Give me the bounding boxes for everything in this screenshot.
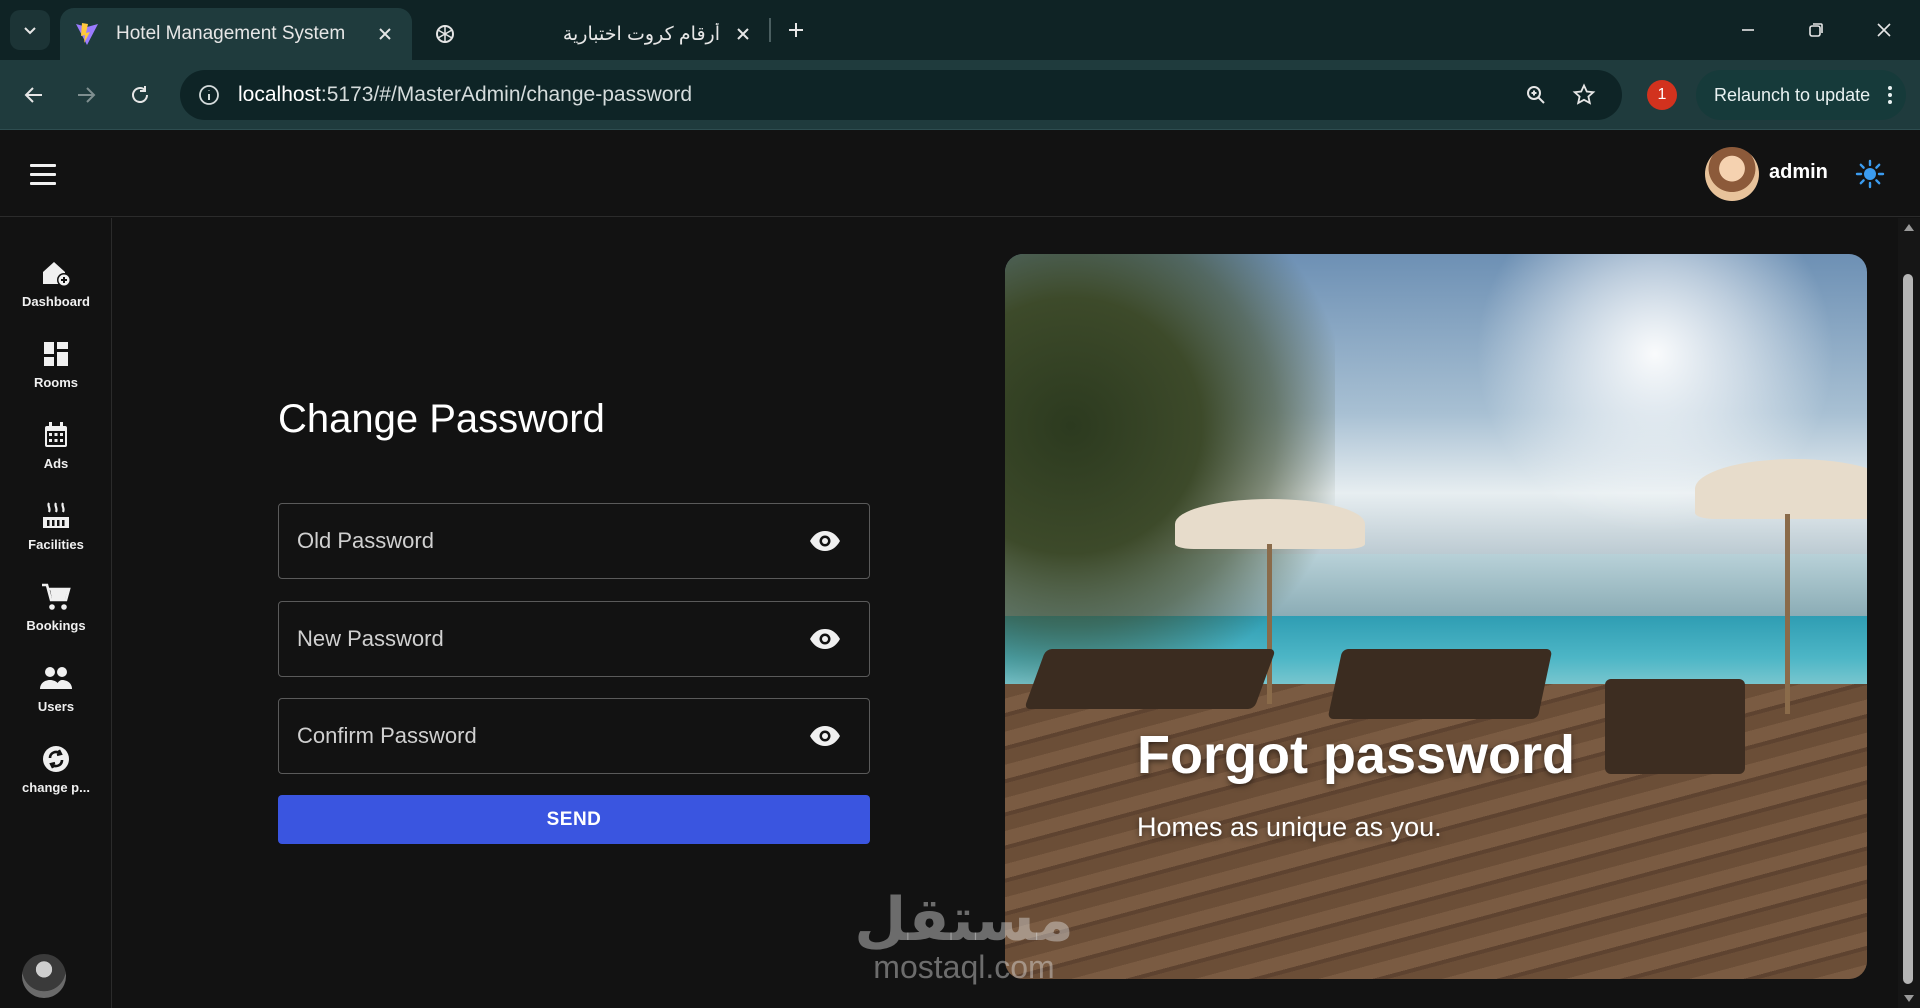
scroll-down-arrow[interactable] [1904,995,1914,1002]
extension-badge[interactable]: 1 [1647,80,1677,110]
sidebar-item-users[interactable]: Users [0,661,112,731]
hero-subtitle: Homes as unique as you. [1137,812,1442,842]
watermark-latin: mostaql.com [873,949,1055,985]
menu-toggle-button[interactable] [30,158,66,190]
old-password-field[interactable]: Old Password [278,503,870,579]
watermark-arabic: مستقل [854,886,1074,953]
hero-image: Forgot password Homes as unique as you. [1005,254,1867,979]
tab-title: Hotel Management System [116,23,346,44]
tab-test-cards[interactable]: أرقام كروت اختبارية [418,8,770,60]
umbrella-pole [1785,514,1790,714]
sidebar-item-label: change p... [22,780,90,795]
relaunch-button[interactable]: Relaunch to update [1696,70,1906,120]
avatar[interactable] [1705,147,1759,201]
page-scrollbar[interactable] [1898,218,1920,1008]
hero-title: Forgot password [1137,725,1576,785]
confirm-password-field[interactable]: Confirm Password [278,698,870,774]
umbrella-right [1695,459,1867,519]
sidebar-item-label: Rooms [33,375,79,390]
scroll-up-arrow[interactable] [1904,224,1914,231]
tab-search-button[interactable] [10,10,50,50]
sidebar-item-rooms[interactable]: Rooms [0,337,112,407]
sidebar-item-label: Bookings [26,618,86,633]
bookmark-star-icon[interactable] [1566,77,1602,113]
restore-button[interactable] [1794,12,1838,48]
scroll-thumb[interactable] [1903,274,1913,984]
lounger [1327,649,1553,719]
lounger [1024,649,1276,709]
home-add-icon [39,256,73,290]
new-tab-button[interactable] [780,14,812,46]
reload-icon [132,86,148,103]
hot-tub-icon [39,499,73,533]
sidebar-item-label: Facilities [28,537,84,552]
sync-lock-icon [39,742,73,776]
tab-separator [769,18,771,42]
url-text[interactable]: localhost:5173/#/MasterAdmin/change-pass… [238,83,1518,107]
visibility-eye-icon[interactable] [805,716,845,756]
zoom-icon[interactable] [1518,77,1554,113]
arrow-right-icon [78,87,96,103]
relaunch-label: Relaunch to update [1714,84,1871,105]
close-tab-icon[interactable] [728,19,758,49]
close-tab-icon[interactable] [370,19,400,49]
close-icon [1877,23,1891,37]
plus-icon [789,23,803,37]
minimize-button[interactable] [1726,12,1770,48]
sidebar-item-bookings[interactable]: Bookings [0,580,112,650]
sidebar-item-facilities[interactable]: Facilities [0,499,112,569]
forward-button[interactable] [68,77,104,113]
sidebar-item-label: Ads [43,456,69,471]
hamburger-icon [30,163,56,167]
address-bar[interactable]: localhost:5173/#/MasterAdmin/change-pass… [180,70,1622,120]
browser-toolbar: localhost:5173/#/MasterAdmin/change-pass… [0,60,1920,130]
palm-trees [1005,254,1335,684]
sun-icon [1855,159,1885,189]
restore-icon [1809,23,1823,37]
sidebar-item-change-password[interactable]: change p... [0,742,112,812]
new-password-label: New Password [297,626,444,651]
umbrella-pole [1267,544,1272,704]
browser-tabstrip: Hotel Management System أرقام كروت اختبا… [0,0,1920,60]
page-title: Change Password [278,397,605,441]
tab-hotel-management[interactable]: Hotel Management System [60,8,412,60]
username: admin [1769,161,1828,183]
app-header: admin [0,131,1920,217]
chevron-down-icon [24,27,36,35]
umbrella-left [1175,499,1365,549]
calendar-icon [39,418,73,452]
lounger [1605,679,1745,774]
sidebar: Dashboard Rooms Ads Facilities Bookings … [0,218,112,1008]
openai-logo-icon [430,19,460,49]
url-host: localhost [238,83,321,106]
url-path: :5173/#/MasterAdmin/change-password [320,83,693,106]
watermark: مستقل mostaql.com [844,886,1084,985]
theme-toggle-button[interactable] [1852,156,1888,192]
send-button[interactable]: SEND [278,795,870,844]
vite-logo-icon [72,19,102,49]
confirm-password-label: Confirm Password [297,723,477,748]
old-password-label: Old Password [297,528,434,553]
dashboard-grid-icon [39,337,73,371]
sidebar-item-label: Dashboard [22,294,90,309]
close-window-button[interactable] [1862,12,1906,48]
sidebar-item-ads[interactable]: Ads [0,418,112,488]
visibility-eye-icon[interactable] [805,521,845,561]
minimize-icon [1742,29,1754,31]
more-menu-icon[interactable] [1888,86,1892,104]
sidebar-item-label: Users [37,699,75,714]
new-password-field[interactable]: New Password [278,601,870,677]
site-info-icon[interactable] [194,80,224,110]
shopping-cart-icon [39,580,73,614]
visibility-eye-icon[interactable] [805,619,845,659]
tab-title: أرقام كروت اختبارية [562,23,720,45]
people-icon [39,661,73,695]
sidebar-avatar[interactable] [22,954,66,998]
reload-button[interactable] [122,77,158,113]
arrow-left-icon [24,87,42,103]
sidebar-item-dashboard[interactable]: Dashboard [0,256,112,326]
back-button[interactable] [16,77,52,113]
